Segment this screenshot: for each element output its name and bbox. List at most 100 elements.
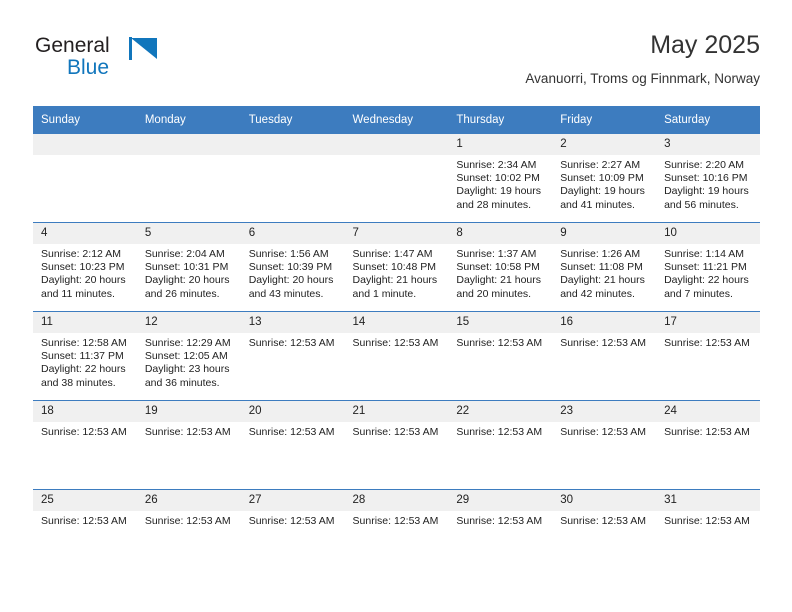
calendar-day-cell[interactable]: 25 Sunrise: 12:53 AM	[33, 489, 137, 578]
calendar-day-cell[interactable]: 27 Sunrise: 12:53 AM	[240, 489, 345, 578]
calendar-week-row: 25 Sunrise: 12:53 AM 26 Sunrise: 12:53 AM 27…	[33, 489, 760, 578]
calendar-day-cell[interactable]: 7 Sunrise: 1:47 AM Sunset: 10:48 PM Dayligh…	[344, 222, 449, 312]
day-number: 23	[552, 401, 657, 422]
day-sun-info-line: Daylight: 20 hours	[144, 274, 230, 287]
day-sun-info: Sunrise: 12:53 AM	[33, 422, 137, 439]
calendar-day-cell[interactable]: 20 Sunrise: 12:53 AM	[240, 400, 345, 490]
calendar-day-cell[interactable]: 8 Sunrise: 1:37 AM Sunset: 10:58 PM Dayligh…	[448, 222, 553, 312]
calendar-day-cell[interactable]: 2 Sunrise: 2:27 AM Sunset: 10:09 PM Dayligh…	[552, 134, 657, 223]
day-sun-info: Sunrise: 12:53 AM	[137, 511, 241, 528]
day-sun-info-line: Sunrise: 12:53 AM	[664, 515, 750, 527]
day-number: 14	[344, 312, 449, 333]
calendar-day-cell[interactable]: 19 Sunrise: 12:53 AM	[136, 400, 241, 490]
calendar-day-cell[interactable]: 3 Sunrise: 2:20 AM Sunset: 10:16 PM Dayligh…	[656, 134, 760, 223]
day-sun-info: Sunrise: 12:53 AM	[345, 333, 449, 350]
calendar-day-cell[interactable]: 13 Sunrise: 12:53 AM	[240, 311, 345, 401]
calendar-day-cell[interactable]: 11 Sunrise: 12:58 AM Sunset: 11:37 PM Dayli…	[33, 311, 137, 401]
day-sun-info-line: Sunrise: 12:53 AM	[248, 426, 335, 438]
calendar-day-cell[interactable]: 17 Sunrise: 12:53 AM	[656, 311, 760, 401]
day-sun-info-line: Sunrise: 1:37 AM	[456, 248, 537, 260]
day-number: 7	[344, 223, 449, 244]
day-sun-info-line: Sunrise: 1:14 AM	[664, 248, 745, 260]
day-number: 8	[448, 223, 553, 244]
day-number: 22	[448, 401, 553, 422]
day-sun-info-line: Sunrise: 12:53 AM	[664, 337, 750, 349]
calendar-day-cell[interactable]: 18 Sunrise: 12:53 AM	[33, 400, 137, 490]
calendar-day-cell[interactable]: 1 Sunrise: 2:34 AM Sunset: 10:02 PM Dayligh…	[448, 134, 553, 223]
calendar-empty-cell	[240, 134, 345, 223]
day-sun-info-line: Daylight: 19 hours	[560, 185, 645, 198]
day-sun-info-line: Daylight: 20 hours	[248, 274, 334, 287]
day-sun-info-line: Sunrise: 12:53 AM	[248, 337, 335, 349]
day-sun-info-line: Sunrise: 1:56 AM	[248, 248, 329, 260]
day-number: 26	[136, 490, 241, 511]
day-sun-info: Sunrise: 2:34 AM Sunset: 10:02 PM Daylight…	[448, 155, 552, 212]
day-sun-info-line: Sunrise: 12:53 AM	[248, 515, 335, 527]
weekday-header-cell: Monday	[136, 106, 241, 134]
day-sun-info-line: Sunset: 10:09 PM	[560, 172, 644, 185]
weekday-header-cell: Friday	[552, 106, 657, 134]
calendar-day-cell[interactable]: 6 Sunrise: 1:56 AM Sunset: 10:39 PM Dayligh…	[240, 222, 345, 312]
calendar-day-cell[interactable]: 28 Sunrise: 12:53 AM	[344, 489, 449, 578]
day-number: 19	[136, 401, 241, 422]
day-sun-info-line: and 26 minutes.	[144, 287, 220, 300]
day-number: 10	[656, 223, 760, 244]
day-sun-info-line: Sunrise: 12:53 AM	[456, 426, 543, 438]
day-sun-info: Sunrise: 12:53 AM	[448, 422, 552, 439]
day-number: 6	[240, 223, 345, 244]
calendar-day-cell[interactable]: 14 Sunrise: 12:53 AM	[344, 311, 449, 401]
day-sun-info-line: Sunrise: 12:53 AM	[352, 515, 439, 527]
calendar-day-cell[interactable]: 23 Sunrise: 12:53 AM	[552, 400, 657, 490]
day-sun-info-line: Daylight: 21 hours	[560, 274, 645, 287]
day-sun-info: Sunrise: 12:53 AM	[33, 511, 137, 528]
calendar-day-cell[interactable]: 5 Sunrise: 2:04 AM Sunset: 10:31 PM Dayligh…	[136, 222, 241, 312]
day-sun-info: Sunrise: 12:53 AM	[656, 333, 760, 350]
calendar-day-cell[interactable]: 30 Sunrise: 12:53 AM	[552, 489, 657, 578]
calendar-day-cell[interactable]: 9 Sunrise: 1:26 AM Sunset: 11:08 PM Dayligh…	[552, 222, 657, 312]
day-sun-info-line: Sunset: 10:16 PM	[664, 172, 748, 185]
day-sun-info-line: and 36 minutes.	[144, 376, 220, 389]
day-sun-info: Sunrise: 12:53 AM	[137, 422, 241, 439]
calendar-day-cell[interactable]: 24 Sunrise: 12:53 AM	[656, 400, 760, 490]
day-number: 28	[344, 490, 449, 511]
calendar-day-cell[interactable]: 15 Sunrise: 12:53 AM	[448, 311, 553, 401]
day-sun-info-line: and 28 minutes.	[456, 198, 532, 211]
general-blue-logo[interactable]: General Blue	[33, 34, 233, 90]
day-sun-info-line: Sunrise: 12:53 AM	[41, 426, 127, 438]
calendar-day-cell[interactable]: 12 Sunrise: 12:29 AM Sunset: 12:05 AM Dayli…	[136, 311, 241, 401]
day-number: 17	[656, 312, 760, 333]
day-sun-info-line: Sunrise: 12:53 AM	[664, 426, 750, 438]
page-header: General Blue May 2025 Avanuorri, Troms o…	[33, 30, 760, 96]
day-sun-info-line: Sunrise: 2:20 AM	[664, 159, 745, 171]
calendar-day-cell[interactable]: 22 Sunrise: 12:53 AM	[448, 400, 553, 490]
day-sun-info: Sunrise: 12:53 AM	[345, 511, 449, 528]
calendar-day-cell[interactable]: 29 Sunrise: 12:53 AM	[448, 489, 553, 578]
calendar-week-row: 4 Sunrise: 2:12 AM Sunset: 10:23 PM Dayligh…	[33, 222, 760, 312]
day-sun-info-line: Sunset: 10:58 PM	[456, 261, 540, 274]
day-number: 13	[240, 312, 345, 333]
day-sun-info: Sunrise: 2:27 AM Sunset: 10:09 PM Daylight…	[552, 155, 656, 212]
calendar-day-cell[interactable]: 10 Sunrise: 1:14 AM Sunset: 11:21 PM Daylig…	[656, 222, 760, 312]
day-sun-info: Sunrise: 12:53 AM	[241, 511, 345, 528]
day-sun-info: Sunrise: 1:26 AM Sunset: 11:08 PM Daylight…	[552, 244, 656, 301]
day-sun-info-line: Sunrise: 12:53 AM	[560, 515, 647, 527]
calendar-day-cell[interactable]: 31 Sunrise: 12:53 AM	[656, 489, 760, 578]
day-number	[240, 134, 345, 155]
day-sun-info-line: Daylight: 22 hours	[664, 274, 749, 287]
calendar-day-cell[interactable]: 4 Sunrise: 2:12 AM Sunset: 10:23 PM Dayligh…	[33, 222, 137, 312]
calendar-day-cell[interactable]: 16 Sunrise: 12:53 AM	[552, 311, 657, 401]
weekday-header-cell: Saturday	[656, 106, 760, 134]
day-sun-info-line: Sunrise: 12:53 AM	[41, 515, 127, 527]
day-sun-info-line: Daylight: 19 hours	[456, 185, 542, 198]
calendar-day-cell[interactable]: 26 Sunrise: 12:53 AM	[136, 489, 241, 578]
day-sun-info: Sunrise: 12:53 AM	[552, 422, 656, 439]
day-sun-info-line: Sunrise: 12:53 AM	[456, 337, 543, 349]
page-title: May 2025	[650, 31, 760, 59]
day-number: 5	[136, 223, 241, 244]
calendar-day-cell[interactable]: 21 Sunrise: 12:53 AM	[344, 400, 449, 490]
day-sun-info-line: Sunrise: 12:53 AM	[352, 337, 439, 349]
day-sun-info-line: Sunrise: 12:58 AM	[41, 337, 127, 349]
weekday-header-cell: Tuesday	[240, 106, 345, 134]
day-number: 29	[448, 490, 553, 511]
location-subtitle: Avanuorri, Troms og Finnmark, Norway	[525, 71, 760, 86]
